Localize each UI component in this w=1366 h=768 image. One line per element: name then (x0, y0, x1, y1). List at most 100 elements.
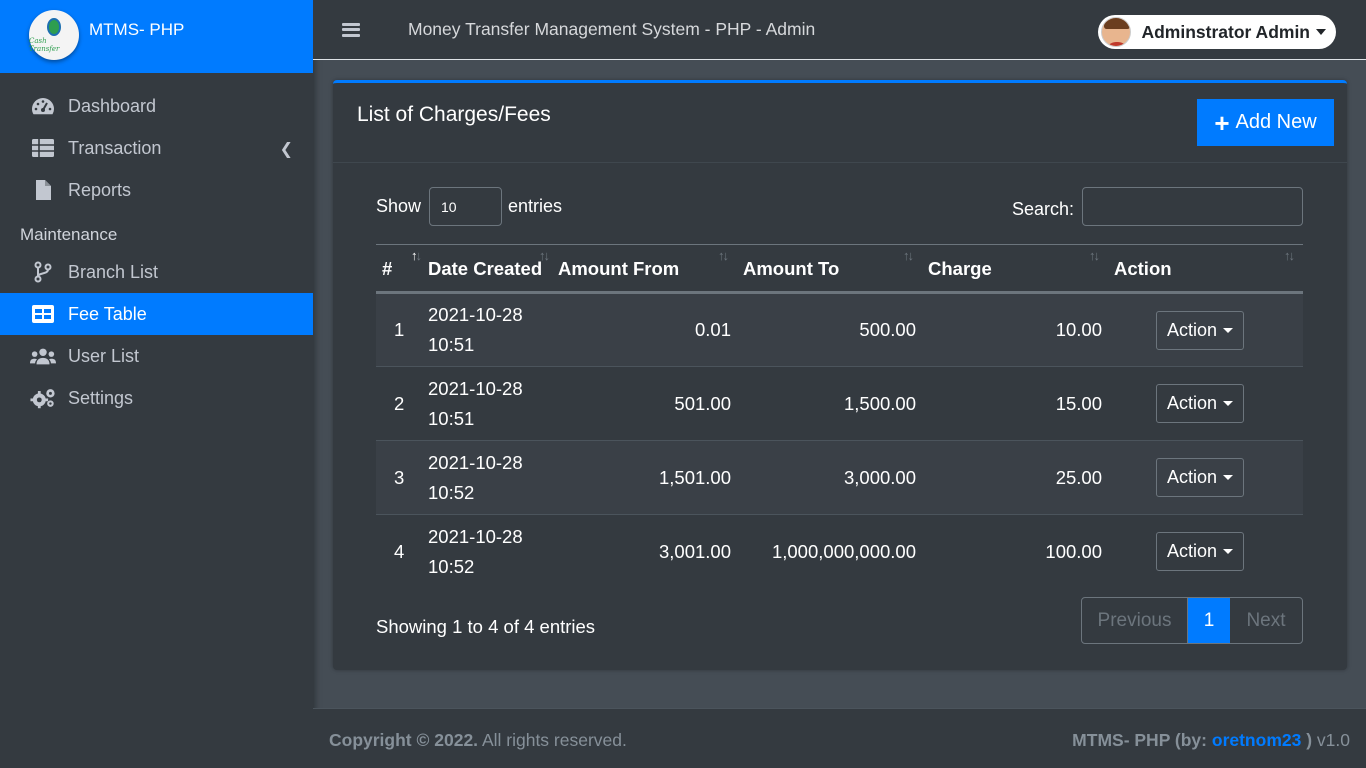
chevron-left-icon: ❮ (279, 141, 293, 158)
cell-no: 4 (376, 514, 418, 589)
cell-amount-from: 0.01 (558, 292, 743, 367)
search-input[interactable] (1082, 187, 1303, 226)
sidebar-item-label: User List (68, 345, 140, 366)
cell-charge: 25.00 (928, 440, 1114, 515)
sidebar-item-transaction[interactable]: Transaction ❮ (0, 127, 313, 169)
action-dropdown-button[interactable]: Action (1156, 532, 1244, 572)
column-header-charge[interactable]: Charge ↑↓ (928, 244, 1114, 294)
cell-date-created: 2021-10-28 10:51 (418, 366, 558, 441)
column-header-no[interactable]: # ↑↓ (376, 244, 422, 294)
pagination-page-1[interactable]: 1 (1188, 598, 1230, 643)
credits: MTMS- PHP (by: oretnom23 ) v1.0 (1072, 730, 1350, 750)
caret-down-icon (1223, 475, 1234, 480)
add-new-button[interactable]: + Add New (1197, 99, 1334, 146)
sort-icon: ↑↓ (1089, 248, 1100, 263)
pagination: Previous 1 Next (1081, 597, 1303, 644)
cell-action: Action (1114, 366, 1303, 441)
leaf-icon (47, 17, 61, 36)
table-list-icon (30, 137, 56, 159)
system-title: Money Transfer Management System - PHP -… (408, 19, 816, 39)
sidebar-item-label: Settings (68, 387, 134, 408)
caret-down-icon (1223, 401, 1234, 406)
sidebar-item-label: Transaction (68, 137, 162, 158)
column-header-action[interactable]: Action ↑↓ (1114, 244, 1303, 294)
action-dropdown-button[interactable]: Action (1156, 384, 1244, 423)
cell-no: 3 (376, 440, 418, 515)
table-icon (30, 303, 56, 325)
author-link[interactable]: oretnom23 (1212, 730, 1301, 750)
hamburger-menu-icon[interactable] (342, 22, 360, 37)
cell-amount-to: 3,000.00 (743, 440, 928, 515)
cell-amount-from: 1,501.00 (558, 440, 743, 515)
branch-icon (30, 261, 56, 283)
cell-no: 2 (376, 366, 418, 441)
table-row: 2 2021-10-28 10:51 501.00 1,500.00 15.00 … (376, 366, 1303, 441)
cell-charge: 10.00 (928, 292, 1114, 367)
page-title: List of Charges/Fees (357, 103, 551, 126)
cell-amount-from: 501.00 (558, 366, 743, 441)
card-header: List of Charges/Fees + Add New (333, 83, 1347, 163)
cell-amount-to: 1,000,000,000.00 (743, 514, 928, 589)
sidebar-item-dashboard[interactable]: Dashboard (0, 85, 313, 127)
sidebar-item-label: Fee Table (68, 303, 147, 324)
sort-icon: ↑↓ (1284, 248, 1295, 263)
sidebar-item-reports[interactable]: Reports (0, 169, 313, 211)
brand-logo: Cash Transfer (29, 10, 79, 60)
cell-date-created: 2021-10-28 10:52 (418, 440, 558, 515)
pagination-next[interactable]: Next (1230, 598, 1302, 643)
version: v1.0 (1316, 730, 1350, 750)
caret-down-icon (1223, 327, 1234, 333)
avatar (1101, 17, 1132, 47)
action-dropdown-button[interactable]: Action (1156, 458, 1244, 497)
sidebar-item-label: Branch List (68, 261, 159, 282)
cell-no: 1 (376, 292, 418, 367)
user-name: Adminstrator Admin (1141, 21, 1310, 42)
column-header-date-created[interactable]: Date Created ↑↓ (418, 244, 558, 294)
table-row: 3 2021-10-28 10:52 1,501.00 3,000.00 25.0… (376, 440, 1303, 515)
cell-amount-from: 3,001.00 (558, 514, 743, 589)
show-label: Show (376, 196, 422, 216)
cell-amount-to: 500.00 (743, 292, 928, 367)
entries-label: entries (508, 196, 563, 216)
caret-down-icon (1316, 29, 1326, 35)
table-controls: Show 10 entries Search: (376, 187, 1303, 227)
table-header-row: # ↑↓ Date Created ↑↓ Amount From ↑↓ Amount … (376, 244, 1303, 294)
sidebar-nav: Dashboard Transaction ❮ Reports Maintena… (0, 73, 313, 419)
pagination-info: Showing 1 to 4 of 4 entries (376, 616, 596, 637)
caret-down-icon (1223, 549, 1234, 555)
sidebar-item-fee-table[interactable]: Fee Table (0, 293, 313, 335)
cell-action: Action (1114, 292, 1303, 367)
sidebar-item-branch-list[interactable]: Branch List (0, 251, 313, 293)
users-icon (30, 345, 56, 367)
cell-action: Action (1114, 440, 1303, 515)
entries-select[interactable]: 10 (429, 187, 502, 226)
cell-amount-to: 1,500.00 (743, 366, 928, 441)
brand-name: MTMS- PHP (89, 20, 185, 39)
cell-action: Action (1114, 514, 1303, 589)
sidebar-item-user-list[interactable]: User List (0, 335, 313, 377)
dashboard-icon (30, 95, 56, 117)
table-row: 1 2021-10-28 10:51 0.01 500.00 10.00 Acti… (376, 292, 1303, 367)
nav-section-header: Maintenance (20, 225, 118, 244)
fees-table: # ↑↓ Date Created ↑↓ Amount From ↑↓ Amount … (376, 244, 1303, 589)
cell-charge: 15.00 (928, 366, 1114, 441)
user-menu-button[interactable]: Adminstrator Admin (1098, 15, 1336, 49)
search-label: Search: (1011, 199, 1074, 219)
plus-icon: + (1214, 107, 1230, 138)
sort-icon: ↑↓ (718, 248, 729, 263)
add-new-label: Add New (1235, 111, 1317, 133)
column-header-amount-to[interactable]: Amount To ↑↓ (743, 244, 928, 294)
action-dropdown-button[interactable]: Action (1156, 310, 1244, 350)
gears-icon (30, 387, 56, 409)
column-header-amount-from[interactable]: Amount From ↑↓ (558, 244, 743, 294)
sort-icon: ↑↓ (539, 248, 550, 263)
footer: Copyright © 2022. All rights reserved. M… (313, 708, 1366, 768)
cell-charge: 100.00 (928, 514, 1114, 589)
brand-link[interactable]: Cash Transfer MTMS- PHP (0, 0, 313, 73)
sidebar-item-settings[interactable]: Settings (0, 377, 313, 419)
table-row: 4 2021-10-28 10:52 3,001.00 1,000,000,000… (376, 514, 1303, 589)
pagination-previous[interactable]: Previous (1082, 598, 1188, 643)
cell-date-created: 2021-10-28 10:51 (418, 292, 558, 367)
cell-date-created: 2021-10-28 10:52 (418, 514, 558, 589)
copyright: Copyright © 2022. All rights reserved. (329, 730, 627, 750)
